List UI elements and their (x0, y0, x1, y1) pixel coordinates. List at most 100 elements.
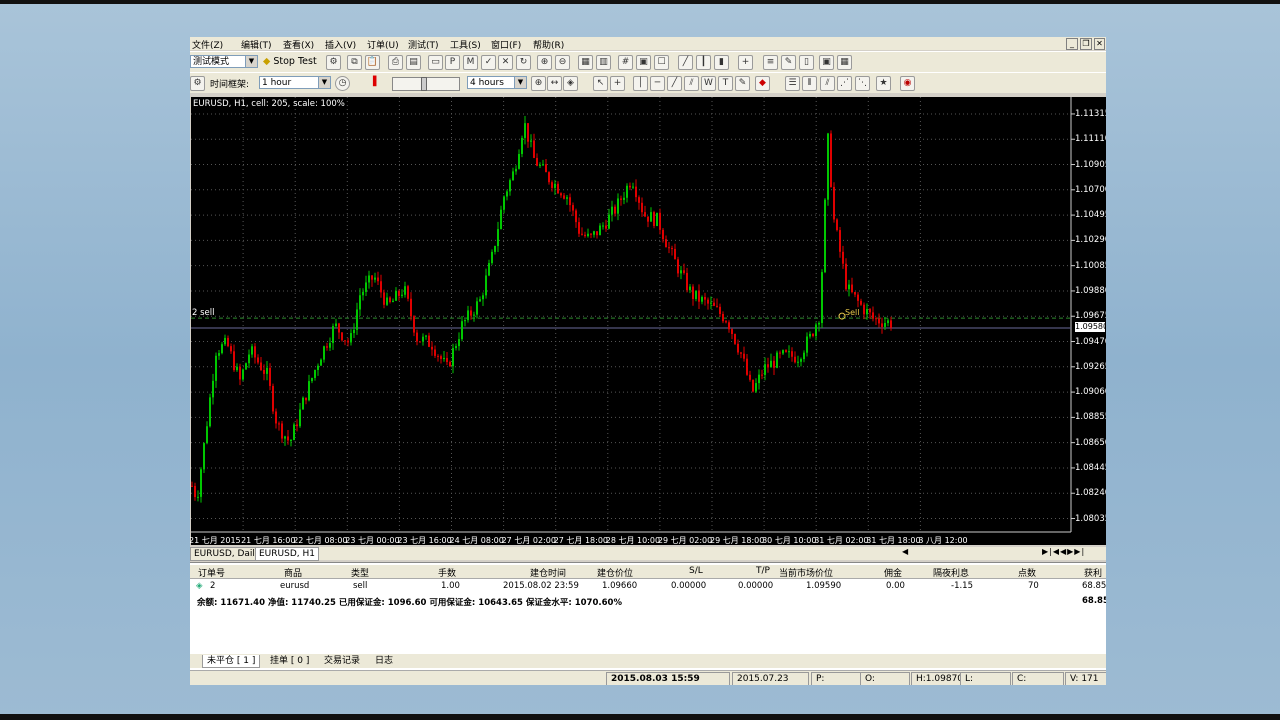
tab-nav-icons[interactable]: ▶|◀◀▶▶| (1042, 547, 1085, 556)
clock-icon[interactable]: ◷ (335, 76, 350, 91)
icon-gallery-icon[interactable]: ★ (876, 76, 891, 91)
gann-icon[interactable]: ⋰ (837, 76, 852, 91)
status-low: L: 1.09500 (960, 672, 1011, 685)
properties-icon[interactable]: P (445, 55, 460, 70)
folder-icon[interactable]: ▯ (799, 55, 814, 70)
col-points[interactable]: 点数 (1018, 566, 1036, 579)
col-profit[interactable]: 获利 (1084, 566, 1102, 579)
trendline-icon[interactable]: ╱ (667, 76, 682, 91)
step-icon[interactable]: ◈ (563, 76, 578, 91)
paste-icon[interactable]: 📋 (365, 55, 380, 70)
col-lots[interactable]: 手数 (438, 566, 456, 579)
cascade-icon[interactable]: ▥ (596, 55, 611, 70)
cell-sl: 0.00000 (671, 581, 707, 591)
menu-file[interactable]: 文件(Z) (192, 38, 223, 51)
col-open-price[interactable]: 建仓价位 (597, 566, 633, 579)
tab-journal[interactable]: 日志 (371, 655, 397, 667)
menu-insert[interactable]: 插入(V) (325, 38, 356, 51)
menu-orders[interactable]: 订单(U) (367, 38, 399, 51)
elliott-icon[interactable]: W (701, 76, 716, 91)
tile-icon[interactable]: ▦ (578, 55, 593, 70)
candle-body (746, 358, 748, 375)
grid-icon[interactable]: # (618, 55, 633, 70)
col-sl[interactable]: S/L (689, 566, 703, 576)
print-preview-icon[interactable]: ▤ (406, 55, 421, 70)
col-market-price[interactable]: 当前市场价位 (779, 566, 833, 579)
horizontal-line-icon[interactable]: ─ (650, 76, 665, 91)
pause-icon[interactable]: ▌ (370, 76, 383, 89)
minimize-icon[interactable]: _ (1066, 38, 1078, 50)
pitchfork-icon[interactable]: ⋱ (855, 76, 870, 91)
candle-body (257, 357, 259, 363)
price-chart[interactable]: EURUSD, H1, cell: 205, scale: 100% 2 sel… (190, 97, 1106, 545)
tab-open-orders[interactable]: 未平仓 [ 1 ] (202, 655, 261, 668)
skip-to-select[interactable]: 4 hours ▼ (467, 76, 527, 89)
line-chart-icon[interactable]: ╱ (678, 55, 693, 70)
tab-eurusd-daily[interactable]: EURUSD, Daily (190, 547, 265, 561)
col-symbol[interactable]: 商品 (284, 566, 302, 579)
bar-chart-icon[interactable]: ┃ (696, 55, 711, 70)
print-icon[interactable]: ⎙ (388, 55, 403, 70)
candle-body (719, 306, 721, 315)
tab-pending-orders[interactable]: 挂单 [ 0 ] (266, 655, 313, 667)
templates-icon[interactable]: ▣ (636, 55, 651, 70)
col-tp[interactable]: T/P (756, 566, 770, 576)
cursor-icon[interactable]: ↖ (593, 76, 608, 91)
tab-eurusd-h1[interactable]: EURUSD, H1 (255, 547, 319, 561)
timeframe-select[interactable]: 1 hour ▼ (259, 76, 331, 89)
tester-icon[interactable]: ▦ (837, 55, 852, 70)
settings-icon[interactable]: ⚙ (326, 55, 341, 70)
label-icon[interactable]: ✎ (735, 76, 750, 91)
menu-tools[interactable]: 工具(S) (450, 38, 481, 51)
candle-body (857, 294, 859, 301)
menu-view[interactable]: 查看(X) (283, 38, 314, 51)
channel-icon[interactable]: ⫽ (684, 76, 699, 91)
menu-edit[interactable]: 编辑(T) (241, 38, 272, 51)
col-open-time[interactable]: 建仓时间 (530, 566, 566, 579)
speed-slider[interactable] (392, 77, 460, 91)
tab-history[interactable]: 交易记录 (320, 655, 364, 667)
text-icon[interactable]: T (718, 76, 733, 91)
menu-test[interactable]: 测试(T) (408, 38, 439, 51)
scroll-left-icon[interactable]: ◀ (902, 547, 910, 558)
menu-help[interactable]: 帮助(R) (533, 38, 564, 51)
chart-shift-icon[interactable]: ↔ (547, 76, 562, 91)
pencil-icon[interactable]: ✎ (781, 55, 796, 70)
new-page-icon[interactable]: ▭ (428, 55, 443, 70)
mode-select[interactable]: 测试模式 ▼ (190, 55, 258, 68)
zoom-in-icon[interactable]: ⊕ (537, 55, 552, 70)
terminal-icon[interactable]: ▣ (819, 55, 834, 70)
chart-settings-icon[interactable]: ⚙ (190, 76, 205, 91)
shapes-icon[interactable]: ◆ (755, 76, 770, 91)
speed-slider-thumb[interactable] (421, 77, 427, 91)
y-tick-label: 1.10495 (1075, 210, 1106, 221)
add-indicator-icon[interactable]: + (738, 55, 753, 70)
restore-icon[interactable]: ❐ (1080, 38, 1092, 50)
metaeditor-icon[interactable]: M (463, 55, 478, 70)
cell-open-price: 1.09660 (602, 581, 638, 591)
col-type[interactable]: 类型 (351, 566, 369, 579)
close-chart-icon[interactable]: ✕ (498, 55, 513, 70)
check-icon[interactable]: ✓ (481, 55, 496, 70)
fibo-icon[interactable]: ⫽ (820, 76, 835, 91)
menu-window[interactable]: 窗口(F) (491, 38, 521, 51)
experts-icon[interactable]: ☐ (654, 55, 669, 70)
crosshair-icon[interactable]: + (610, 76, 625, 91)
candle-body (452, 348, 454, 367)
bars-icon[interactable]: ⦀ (802, 76, 817, 91)
zoom-out-icon[interactable]: ⊖ (555, 55, 570, 70)
help-icon[interactable]: ◉ (900, 76, 915, 91)
col-commission[interactable]: 佣金 (884, 566, 902, 579)
period-icon[interactable]: ☰ (785, 76, 800, 91)
navigator-icon[interactable]: ≡ (763, 55, 778, 70)
close-icon[interactable]: ✕ (1094, 38, 1105, 50)
vertical-line-icon[interactable]: │ (633, 76, 648, 91)
candle-chart-icon[interactable]: ▮ (714, 55, 729, 70)
col-ticket[interactable]: 订单号 (198, 566, 225, 579)
col-swap[interactable]: 隔夜利息 (933, 566, 969, 579)
refresh-icon[interactable]: ↻ (516, 55, 531, 70)
autoscroll-icon[interactable]: ⊕ (531, 76, 546, 91)
candle-body (521, 137, 523, 154)
stop-test-button[interactable]: ◆ Stop Test (263, 55, 317, 69)
copy-icon[interactable]: ⧉ (347, 55, 362, 70)
